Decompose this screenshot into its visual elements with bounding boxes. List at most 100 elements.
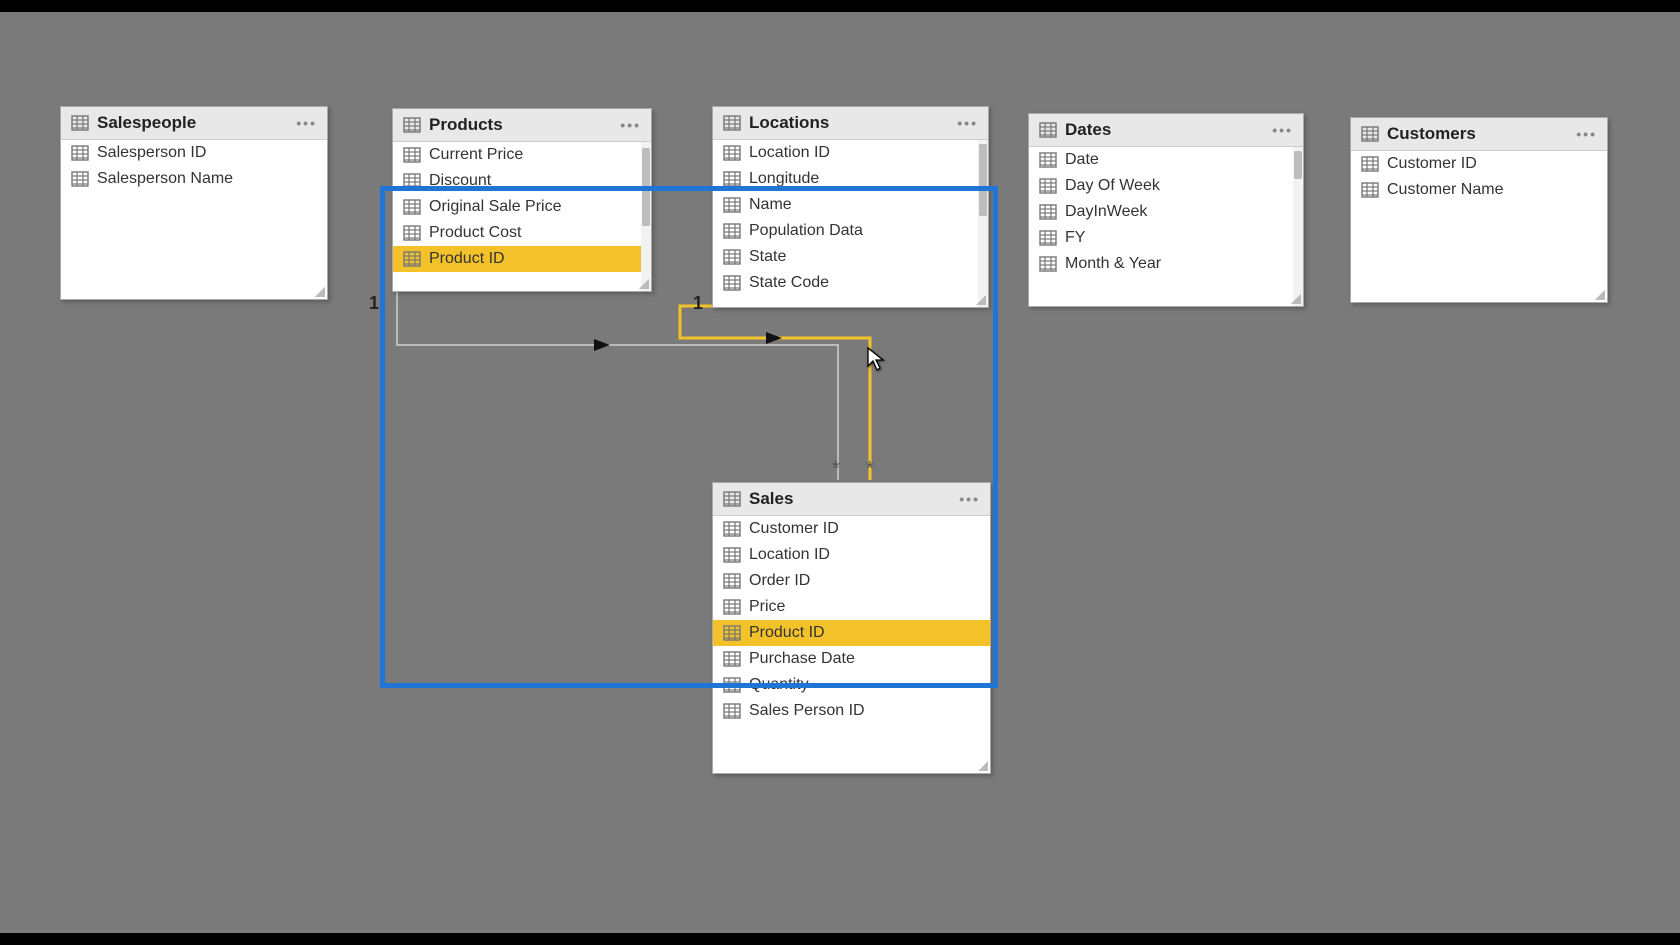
field-name: DayInWeek [1065,203,1147,221]
field-name: Customer Name [1387,181,1503,199]
field-name: Product ID [429,250,505,268]
table-body: Current Price Discount Original Sale Price… [393,142,651,291]
table-menu-icon[interactable]: ••• [1576,126,1597,142]
table-header[interactable]: Products ••• [393,109,651,142]
field-row[interactable]: Population Data [713,218,988,244]
table-header[interactable]: Sales ••• [713,483,990,516]
field-row[interactable]: Order ID [713,568,990,594]
field-row[interactable]: Salesperson ID [61,140,327,166]
field-row[interactable]: Date [1029,147,1303,173]
field-row[interactable]: Discount [393,168,651,194]
table-body: Salesperson ID Salesperson Name [61,140,327,299]
field-row[interactable]: Customer Name [1351,177,1607,203]
field-name: Population Data [749,222,863,240]
field-row[interactable]: Customer ID [713,516,990,542]
scrollbar[interactable] [1293,147,1303,306]
field-row[interactable]: State Code [713,270,988,296]
field-row[interactable]: Product ID [393,246,651,272]
field-row[interactable]: FY [1029,225,1303,251]
table-header[interactable]: Locations ••• [713,107,988,140]
field-row[interactable]: Salesperson Name [61,166,327,192]
table-locations[interactable]: Locations ••• Location ID Longitude Name Popu… [712,106,989,308]
resize-handle[interactable] [1595,290,1605,300]
field-row[interactable]: State [713,244,988,270]
table-title: Customers [1387,124,1476,144]
field-row[interactable]: Quantity [713,672,990,698]
field-row[interactable]: Product Cost [393,220,651,246]
field-name: Customer ID [749,520,839,538]
field-name: State [749,248,786,266]
field-name: Longitude [749,170,819,188]
field-name: Current Price [429,146,523,164]
table-body: Date Day Of Week DayInWeek FY Month & Year [1029,147,1303,306]
cardinality-label: 1 [693,293,703,314]
field-name: Price [749,598,785,616]
field-row[interactable]: Location ID [713,542,990,568]
field-name: Discount [429,172,491,190]
resize-handle[interactable] [639,279,649,289]
table-customers[interactable]: Customers ••• Customer ID Customer Name [1350,117,1608,303]
field-name: Month & Year [1065,255,1161,273]
table-menu-icon[interactable]: ••• [1272,122,1293,138]
table-header[interactable]: Customers ••• [1351,118,1607,151]
table-products[interactable]: Products ••• Current Price Discount Original… [392,108,652,292]
field-name: Location ID [749,144,830,162]
table-menu-icon[interactable]: ••• [959,491,980,507]
table-dates[interactable]: Dates ••• Date Day Of Week DayInWeek FY Month … [1028,113,1304,307]
field-name: Customer ID [1387,155,1477,173]
mouse-cursor [866,346,886,372]
field-name: Day Of Week [1065,177,1160,195]
cardinality-label: 1 [369,293,379,314]
field-row[interactable]: Current Price [393,142,651,168]
field-row[interactable]: Name [713,192,988,218]
table-title: Dates [1065,120,1111,140]
field-row[interactable]: Price [713,594,990,620]
table-title: Salespeople [97,113,196,133]
field-row[interactable]: Product ID [713,620,990,646]
table-title: Sales [749,489,793,509]
scrollbar-thumb[interactable] [642,148,650,226]
field-name: Order ID [749,572,810,590]
table-menu-icon[interactable]: ••• [957,115,978,131]
table-menu-icon[interactable]: ••• [296,115,317,131]
resize-handle[interactable] [315,287,325,297]
table-salespeople[interactable]: Salespeople•••Salesperson IDSalesperson … [60,106,328,300]
table-body: Customer ID Location ID Order ID Price Produ… [713,516,990,773]
resize-handle[interactable] [978,761,988,771]
field-row[interactable]: Sales Person ID [713,698,990,724]
table-menu-icon[interactable]: ••• [620,117,641,133]
field-row[interactable]: Day Of Week [1029,173,1303,199]
field-name: Original Sale Price [429,198,562,216]
resize-handle[interactable] [976,295,986,305]
cardinality-label: * [866,458,874,481]
table-sales[interactable]: Sales ••• Customer ID Location ID Order ID Pr… [712,482,991,774]
field-row[interactable]: DayInWeek [1029,199,1303,225]
field-name: Product ID [749,624,825,642]
field-name: Sales Person ID [749,702,865,720]
field-name: Quantity [749,676,809,694]
table-header[interactable]: Salespeople ••• [61,107,327,140]
field-name: Name [749,196,792,214]
field-row[interactable]: Longitude [713,166,988,192]
field-name: Salesperson Name [97,170,233,188]
scrollbar[interactable] [641,142,651,291]
cardinality-label: * [832,458,840,481]
field-name: Date [1065,151,1099,169]
table-title: Products [429,115,503,135]
scrollbar-thumb[interactable] [979,144,987,216]
field-row[interactable]: Purchase Date [713,646,990,672]
field-row[interactable]: Month & Year [1029,251,1303,277]
field-row[interactable]: Location ID [713,140,988,166]
table-title: Locations [749,113,829,133]
field-name: Purchase Date [749,650,855,668]
table-header[interactable]: Dates ••• [1029,114,1303,147]
resize-handle[interactable] [1291,294,1301,304]
field-name: Salesperson ID [97,144,206,162]
field-row[interactable]: Original Sale Price [393,194,651,220]
field-row[interactable]: Customer ID [1351,151,1607,177]
field-name: State Code [749,274,829,292]
scrollbar-thumb[interactable] [1294,151,1302,179]
table-body: Customer ID Customer Name [1351,151,1607,302]
field-name: Location ID [749,546,830,564]
scrollbar[interactable] [978,140,988,307]
